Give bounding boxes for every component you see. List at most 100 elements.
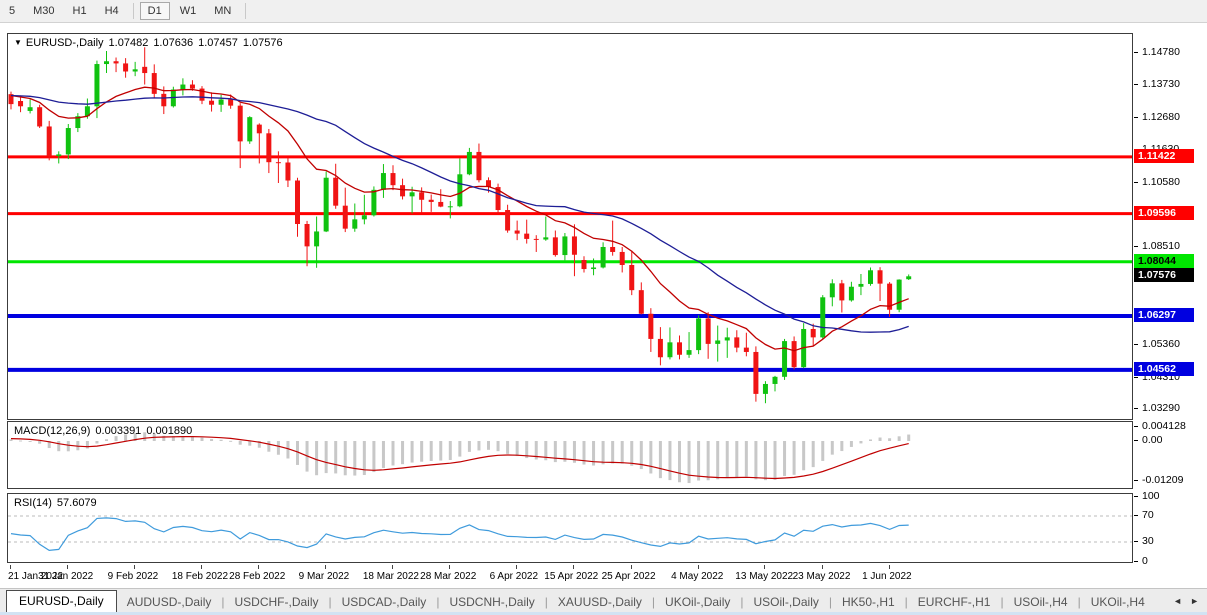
date-label: 9 Feb 2022 bbox=[108, 571, 159, 582]
candle-body bbox=[94, 64, 99, 106]
candle-body bbox=[257, 125, 262, 134]
candle-body bbox=[534, 239, 539, 240]
candle-body bbox=[18, 101, 23, 106]
rsi-axis-label: 30 bbox=[1142, 535, 1154, 547]
rsi-axis-tick bbox=[1134, 496, 1138, 497]
candle-body bbox=[305, 224, 310, 246]
candle-body bbox=[706, 318, 711, 343]
candle-body bbox=[505, 210, 510, 230]
macd-histogram-bar bbox=[267, 441, 270, 452]
macd-histogram-bar bbox=[774, 441, 777, 480]
chart-tab-USOil-H4[interactable]: USOil-,H4 bbox=[1004, 592, 1078, 613]
candle-body bbox=[792, 341, 797, 367]
macd-histogram-bar bbox=[353, 441, 356, 476]
candle-body bbox=[438, 202, 443, 207]
macd-histogram-bar bbox=[907, 435, 910, 441]
chart-tab-AUDUSD-Daily[interactable]: AUDUSD-,Daily bbox=[117, 592, 222, 613]
macd-histogram-bar bbox=[372, 441, 375, 472]
macd-signal-value: 0.001890 bbox=[146, 425, 192, 437]
chart-tab-USDCHF-Daily[interactable]: USDCHF-,Daily bbox=[225, 592, 329, 613]
candle-body bbox=[266, 133, 271, 162]
timeframe-button-D1[interactable]: D1 bbox=[140, 2, 170, 20]
timeframe-button-H1[interactable]: H1 bbox=[65, 2, 95, 20]
chart-tab-UKOil-Daily[interactable]: UKOil-,Daily bbox=[655, 592, 740, 613]
candle-body bbox=[228, 99, 233, 105]
macd-panel: MACD(12,26,9)0.0033910.001890 bbox=[7, 421, 1133, 489]
price-axis-tick bbox=[1134, 182, 1138, 183]
date-label: 13 May 2022 bbox=[735, 571, 793, 582]
tab-scroll-left-button[interactable]: ◄ bbox=[1169, 596, 1186, 606]
macd-histogram-bar bbox=[201, 438, 204, 441]
date-tick bbox=[698, 565, 699, 569]
candle-body bbox=[467, 152, 472, 174]
chart-window: ▼EURUSD-,Daily1.074821.076361.074571.075… bbox=[0, 23, 1207, 588]
date-tick bbox=[325, 565, 326, 569]
date-tick bbox=[573, 565, 574, 569]
candle-body bbox=[190, 85, 195, 89]
candle-body bbox=[648, 314, 653, 339]
macd-histogram-bar bbox=[57, 441, 60, 451]
candle-body bbox=[572, 236, 577, 254]
candle-body bbox=[639, 290, 644, 314]
price-axis-label: 1.12680 bbox=[1142, 111, 1180, 123]
date-tick bbox=[889, 565, 890, 569]
candle-body bbox=[553, 237, 558, 255]
price-axis-label: 1.13730 bbox=[1142, 78, 1180, 90]
toolbar-separator bbox=[245, 3, 246, 19]
macd-histogram-bar bbox=[793, 441, 796, 475]
candle-body bbox=[352, 219, 357, 228]
candle-body bbox=[391, 173, 396, 185]
macd-histogram-bar bbox=[831, 441, 834, 455]
candle-body bbox=[610, 247, 615, 252]
rsi-panel: RSI(14)57.6079 bbox=[7, 493, 1133, 563]
candle-body bbox=[410, 192, 415, 196]
candle-body bbox=[773, 377, 778, 384]
chart-tab-EURUSD-Daily[interactable]: EURUSD-,Daily bbox=[6, 590, 117, 613]
candle-body bbox=[295, 181, 300, 224]
candle-body bbox=[419, 192, 424, 199]
macd-histogram-bar bbox=[325, 441, 328, 473]
candle-body bbox=[28, 107, 33, 111]
rsi-plot bbox=[8, 494, 1132, 562]
chart-dropdown-icon[interactable]: ▼ bbox=[14, 38, 22, 47]
candle-body bbox=[381, 173, 386, 190]
chart-tab-UKOil-H4[interactable]: UKOil-,H4 bbox=[1081, 592, 1155, 613]
date-label: 18 Mar 2022 bbox=[363, 571, 419, 582]
current-price-chip: 1.07576 bbox=[1134, 268, 1194, 282]
candle-body bbox=[515, 231, 520, 234]
candle-body bbox=[123, 63, 128, 71]
date-tick bbox=[631, 565, 632, 569]
macd-histogram-bar bbox=[812, 441, 815, 467]
macd-histogram-bar bbox=[86, 441, 89, 449]
candle-body bbox=[448, 206, 453, 207]
candle-body bbox=[429, 200, 434, 202]
price-axis-label: 1.14780 bbox=[1142, 46, 1180, 58]
macd-histogram-bar bbox=[477, 441, 480, 450]
timeframe-button-MN[interactable]: MN bbox=[206, 2, 239, 20]
price-level-chip-1.04562: 1.04562 bbox=[1134, 362, 1194, 376]
candle-body bbox=[524, 234, 529, 239]
macd-histogram-bar bbox=[745, 441, 748, 477]
chart-tab-USDCAD-Daily[interactable]: USDCAD-,Daily bbox=[332, 592, 437, 613]
date-label: 28 Mar 2022 bbox=[420, 571, 476, 582]
timeframe-button-M30[interactable]: M30 bbox=[25, 2, 62, 20]
chart-tab-XAUUSD-Daily[interactable]: XAUUSD-,Daily bbox=[548, 592, 652, 613]
candle-body bbox=[849, 287, 854, 301]
chart-tab-USOil-Daily[interactable]: USOil-,Daily bbox=[744, 592, 829, 613]
chart-symbol-label: EURUSD-,Daily bbox=[26, 37, 104, 49]
chart-close-value: 1.07576 bbox=[243, 37, 283, 49]
timeframe-button-5[interactable]: 5 bbox=[1, 2, 23, 20]
timeframe-button-H4[interactable]: H4 bbox=[97, 2, 127, 20]
chart-tab-HK50-H1[interactable]: HK50-,H1 bbox=[832, 592, 905, 613]
date-axis: 21 Jan 202231 Jan 20229 Feb 202218 Feb 2… bbox=[7, 565, 1133, 588]
macd-axis-label: -0.01209 bbox=[1142, 474, 1183, 486]
rsi-axis-tick bbox=[1134, 515, 1138, 516]
candle-body bbox=[591, 267, 596, 269]
macd-histogram-bar bbox=[659, 441, 662, 478]
macd-histogram-bar bbox=[334, 441, 337, 473]
chart-tab-USDCNH-Daily[interactable]: USDCNH-,Daily bbox=[439, 592, 544, 613]
tab-scroll-right-button[interactable]: ► bbox=[1186, 596, 1203, 606]
timeframe-button-W1[interactable]: W1 bbox=[172, 2, 205, 20]
chart-tab-EURCHF-H1[interactable]: EURCHF-,H1 bbox=[908, 592, 1001, 613]
candle-body bbox=[696, 318, 701, 350]
